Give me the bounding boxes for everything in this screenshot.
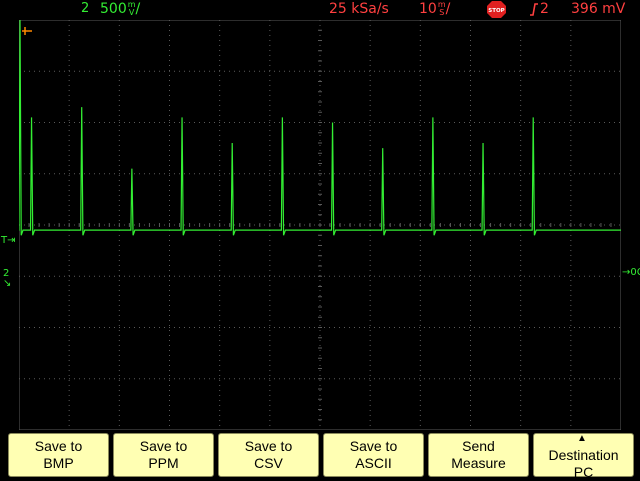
- trigger-level-marker[interactable]: T⇥: [1, 236, 16, 246]
- volts-per-division: 500 m V /: [100, 0, 141, 18]
- softkey-bar: Save to BMP Save to PPM Save to CSV Save to…: [0, 430, 640, 480]
- run-state-label: STOP: [488, 8, 504, 14]
- channel-indicator: 2: [81, 1, 90, 16]
- destination-pc-button[interactable]: ▲ Destination PC: [533, 432, 634, 480]
- time-div-unit: mS: [437, 0, 446, 17]
- save-to-ascii-button[interactable]: Save to ASCII: [323, 433, 424, 477]
- send-measure-button[interactable]: Send Measure: [428, 433, 529, 477]
- rising-edge-trigger-icon: [529, 2, 539, 21]
- offset-marker-right[interactable]: →0C: [622, 268, 640, 278]
- volts-div-value: 500: [100, 1, 127, 17]
- status-bar: 2 500 m V/ 25 kSa/s 10 m S / STOP 2 396 mV: [0, 0, 640, 20]
- save-to-bmp-button[interactable]: Save to BMP: [8, 433, 109, 477]
- trigger-channel: 2: [540, 1, 549, 17]
- waveform-display: [19, 20, 621, 430]
- trigger-position-marker[interactable]: [22, 21, 32, 35]
- save-to-ppm-button[interactable]: Save to PPM: [113, 433, 214, 477]
- volts-div-unit: mV: [127, 0, 136, 17]
- save-to-csv-button[interactable]: Save to CSV: [218, 433, 319, 477]
- sample-rate: 25 kSa/s: [329, 1, 389, 17]
- menu-up-arrow-icon: ▲: [577, 432, 587, 444]
- channel-2-ground-marker[interactable]: 2 ↘: [3, 269, 11, 289]
- stop-icon[interactable]: STOP: [487, 1, 506, 18]
- time-per-division: 10 m S /: [419, 0, 451, 18]
- trigger-level: 396 mV: [571, 1, 626, 17]
- graticule: [19, 20, 621, 430]
- time-div-value: 10: [419, 1, 437, 17]
- channel-2-trace: [19, 20, 621, 236]
